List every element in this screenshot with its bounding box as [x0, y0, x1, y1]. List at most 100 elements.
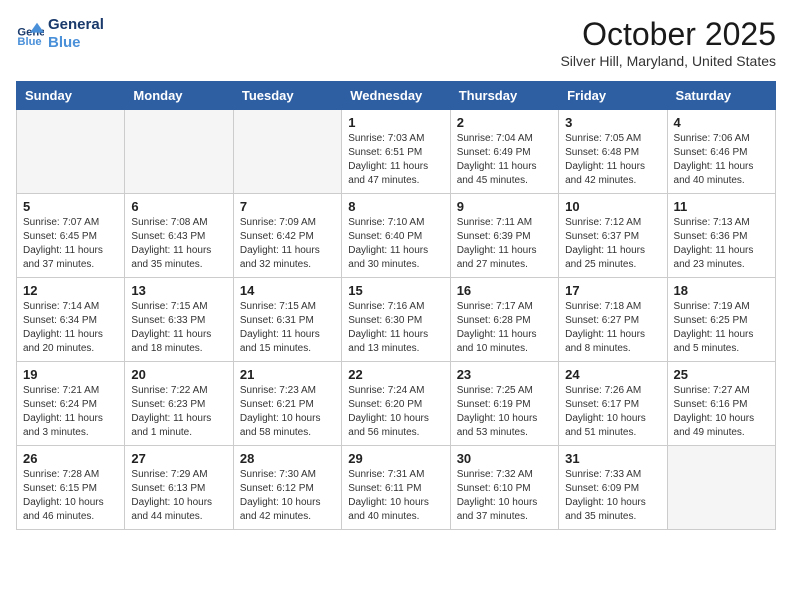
- calendar-cell: 4 Sunrise: 7:06 AMSunset: 6:46 PMDaylight…: [667, 110, 775, 194]
- calendar-cell: 10 Sunrise: 7:12 AMSunset: 6:37 PMDayligh…: [559, 194, 667, 278]
- day-info: Sunrise: 7:06 AMSunset: 6:46 PMDaylight:…: [674, 132, 769, 188]
- calendar-week-row: 5Sunrise: 7:07 AMSunset: 6:45 PMDaylight…: [17, 194, 776, 278]
- calendar-cell: [17, 110, 125, 194]
- svg-text:Blue: Blue: [17, 36, 41, 48]
- day-number: 23: [457, 367, 552, 382]
- logo-icon: General Blue: [16, 20, 44, 48]
- day-info: Sunrise: 7:15 AMSunset: 6:33 PMDaylight:…: [131, 300, 226, 356]
- weekday-header: Friday: [559, 82, 667, 110]
- day-number: 4: [674, 115, 769, 130]
- day-number: 12: [23, 283, 118, 298]
- calendar-cell: 14 Sunrise: 7:15 AMSunset: 6:31 PMDayligh…: [233, 278, 341, 362]
- calendar-cell: 2 Sunrise: 7:04 AMSunset: 6:49 PMDaylight…: [450, 110, 558, 194]
- calendar-cell: 21Sunrise: 7:23 AMSunset: 6:21 PMDayligh…: [233, 362, 341, 446]
- page-header: General Blue General Blue October 2025 S…: [16, 16, 776, 69]
- calendar-cell: 29Sunrise: 7:31 AMSunset: 6:11 PMDayligh…: [342, 446, 450, 530]
- day-info: Sunrise: 7:18 AMSunset: 6:27 PMDaylight:…: [565, 300, 660, 356]
- calendar-cell: 18Sunrise: 7:19 AMSunset: 6:25 PMDayligh…: [667, 278, 775, 362]
- day-number: 7: [240, 199, 335, 214]
- day-info: Sunrise: 7:05 AMSunset: 6:48 PMDaylight:…: [565, 132, 660, 188]
- day-info: Sunrise: 7:31 AMSunset: 6:11 PMDaylight:…: [348, 468, 443, 524]
- day-info: Sunrise: 7:16 AMSunset: 6:30 PMDaylight:…: [348, 300, 443, 356]
- day-info: Sunrise: 7:29 AMSunset: 6:13 PMDaylight:…: [131, 468, 226, 524]
- day-info: Sunrise: 7:12 AMSunset: 6:37 PMDaylight:…: [565, 216, 660, 272]
- day-number: 17: [565, 283, 660, 298]
- day-info: Sunrise: 7:14 AMSunset: 6:34 PMDaylight:…: [23, 300, 118, 356]
- day-number: 10: [565, 199, 660, 214]
- calendar-cell: 7 Sunrise: 7:09 AMSunset: 6:42 PMDaylight…: [233, 194, 341, 278]
- day-info: Sunrise: 7:17 AMSunset: 6:28 PMDaylight:…: [457, 300, 552, 356]
- day-number: 26: [23, 451, 118, 466]
- day-info: Sunrise: 7:21 AMSunset: 6:24 PMDaylight:…: [23, 384, 118, 440]
- calendar-table: SundayMondayTuesdayWednesdayThursdayFrid…: [16, 81, 776, 530]
- day-number: 21: [240, 367, 335, 382]
- day-info: Sunrise: 7:04 AMSunset: 6:49 PMDaylight:…: [457, 132, 552, 188]
- day-info: Sunrise: 7:13 AMSunset: 6:36 PMDaylight:…: [674, 216, 769, 272]
- day-number: 18: [674, 283, 769, 298]
- day-number: 14: [240, 283, 335, 298]
- day-info: Sunrise: 7:28 AMSunset: 6:15 PMDaylight:…: [23, 468, 118, 524]
- day-info: Sunrise: 7:09 AMSunset: 6:42 PMDaylight:…: [240, 216, 335, 272]
- calendar-cell: 25Sunrise: 7:27 AMSunset: 6:16 PMDayligh…: [667, 362, 775, 446]
- day-info: Sunrise: 7:22 AMSunset: 6:23 PMDaylight:…: [131, 384, 226, 440]
- day-number: 20: [131, 367, 226, 382]
- calendar-cell: 31Sunrise: 7:33 AMSunset: 6:09 PMDayligh…: [559, 446, 667, 530]
- title-area: October 2025 Silver Hill, Maryland, Unit…: [560, 16, 776, 69]
- weekday-header: Thursday: [450, 82, 558, 110]
- calendar-cell: 24 Sunrise: 7:26 AMSunset: 6:17 PMDayligh…: [559, 362, 667, 446]
- day-number: 6: [131, 199, 226, 214]
- day-number: 3: [565, 115, 660, 130]
- day-number: 15: [348, 283, 443, 298]
- day-info: Sunrise: 7:30 AMSunset: 6:12 PMDaylight:…: [240, 468, 335, 524]
- day-info: Sunrise: 7:15 AMSunset: 6:31 PMDaylight:…: [240, 300, 335, 356]
- day-number: 19: [23, 367, 118, 382]
- day-number: 1: [348, 115, 443, 130]
- day-number: 16: [457, 283, 552, 298]
- logo: General Blue General Blue: [16, 16, 104, 52]
- calendar-header-row: SundayMondayTuesdayWednesdayThursdayFrid…: [17, 82, 776, 110]
- day-number: 25: [674, 367, 769, 382]
- day-number: 11: [674, 199, 769, 214]
- calendar-cell: 17 Sunrise: 7:18 AMSunset: 6:27 PMDayligh…: [559, 278, 667, 362]
- day-number: 2: [457, 115, 552, 130]
- calendar-cell: [125, 110, 233, 194]
- day-info: Sunrise: 7:26 AMSunset: 6:17 PMDaylight:…: [565, 384, 660, 440]
- day-info: Sunrise: 7:11 AMSunset: 6:39 PMDaylight:…: [457, 216, 552, 272]
- day-info: Sunrise: 7:08 AMSunset: 6:43 PMDaylight:…: [131, 216, 226, 272]
- calendar-cell: 20 Sunrise: 7:22 AMSunset: 6:23 PMDayligh…: [125, 362, 233, 446]
- day-number: 22: [348, 367, 443, 382]
- day-number: 30: [457, 451, 552, 466]
- calendar-cell: 15 Sunrise: 7:16 AMSunset: 6:30 PMDayligh…: [342, 278, 450, 362]
- calendar-cell: 23 Sunrise: 7:25 AMSunset: 6:19 PMDayligh…: [450, 362, 558, 446]
- weekday-header: Wednesday: [342, 82, 450, 110]
- logo-line1: General: [48, 16, 104, 34]
- day-number: 8: [348, 199, 443, 214]
- day-info: Sunrise: 7:24 AMSunset: 6:20 PMDaylight:…: [348, 384, 443, 440]
- calendar-cell: 30 Sunrise: 7:32 AMSunset: 6:10 PMDayligh…: [450, 446, 558, 530]
- calendar-cell: 12 Sunrise: 7:14 AMSunset: 6:34 PMDayligh…: [17, 278, 125, 362]
- weekday-header: Monday: [125, 82, 233, 110]
- day-info: Sunrise: 7:07 AMSunset: 6:45 PMDaylight:…: [23, 216, 118, 272]
- calendar-cell: 6 Sunrise: 7:08 AMSunset: 6:43 PMDaylight…: [125, 194, 233, 278]
- calendar-cell: 9Sunrise: 7:11 AMSunset: 6:39 PMDaylight…: [450, 194, 558, 278]
- day-info: Sunrise: 7:25 AMSunset: 6:19 PMDaylight:…: [457, 384, 552, 440]
- calendar-cell: 19 Sunrise: 7:21 AMSunset: 6:24 PMDayligh…: [17, 362, 125, 446]
- calendar-cell: 27Sunrise: 7:29 AMSunset: 6:13 PMDayligh…: [125, 446, 233, 530]
- calendar-cell: 22 Sunrise: 7:24 AMSunset: 6:20 PMDayligh…: [342, 362, 450, 446]
- day-number: 28: [240, 451, 335, 466]
- calendar-cell: 11 Sunrise: 7:13 AMSunset: 6:36 PMDayligh…: [667, 194, 775, 278]
- calendar-cell: 5Sunrise: 7:07 AMSunset: 6:45 PMDaylight…: [17, 194, 125, 278]
- calendar-cell: 26 Sunrise: 7:28 AMSunset: 6:15 PMDayligh…: [17, 446, 125, 530]
- weekday-header: Tuesday: [233, 82, 341, 110]
- weekday-header: Saturday: [667, 82, 775, 110]
- calendar-week-row: 19 Sunrise: 7:21 AMSunset: 6:24 PMDayligh…: [17, 362, 776, 446]
- day-info: Sunrise: 7:33 AMSunset: 6:09 PMDaylight:…: [565, 468, 660, 524]
- day-number: 24: [565, 367, 660, 382]
- calendar-week-row: 12 Sunrise: 7:14 AMSunset: 6:34 PMDayligh…: [17, 278, 776, 362]
- calendar-cell: 13Sunrise: 7:15 AMSunset: 6:33 PMDayligh…: [125, 278, 233, 362]
- calendar-week-row: 1 Sunrise: 7:03 AMSunset: 6:51 PMDaylight…: [17, 110, 776, 194]
- day-info: Sunrise: 7:03 AMSunset: 6:51 PMDaylight:…: [348, 132, 443, 188]
- weekday-header: Sunday: [17, 82, 125, 110]
- day-info: Sunrise: 7:32 AMSunset: 6:10 PMDaylight:…: [457, 468, 552, 524]
- calendar-cell: 8Sunrise: 7:10 AMSunset: 6:40 PMDaylight…: [342, 194, 450, 278]
